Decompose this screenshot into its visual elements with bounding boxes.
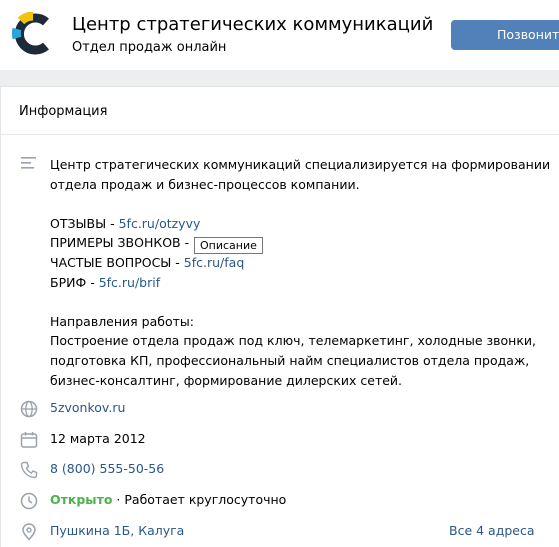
location-pin-icon <box>22 523 36 541</box>
description-line: Центр стратегических коммуникаций специа… <box>50 157 551 172</box>
description-line: отдела продаж и бизнес-процессов компани… <box>50 176 360 192</box>
description-tooltip: Описание <box>194 237 263 254</box>
phone-icon <box>20 461 38 479</box>
founded-row: 12 марта 2012 <box>1 429 559 451</box>
founded-date: 12 марта 2012 <box>50 431 146 446</box>
directions-heading: Направления работы: <box>50 313 194 329</box>
divider <box>1 134 559 135</box>
link-label: ЧАСТЫЕ ВОПРОСЫ - <box>50 254 184 270</box>
group-title: Центр стратегических коммуникаций <box>72 14 434 35</box>
website-link[interactable]: 5zvonkov.ru <box>50 400 125 415</box>
logo-icon[interactable] <box>12 12 54 56</box>
group-header: Центр стратегических коммуникаций Отдел … <box>0 0 559 70</box>
calendar-icon <box>20 432 38 448</box>
info-card-title: Информация <box>19 104 108 119</box>
link-label: ПРИМЕРЫ ЗВОНКОВ - <box>50 235 194 251</box>
address-row: Пушкина 1Б, Калуга Все 4 адреса <box>1 521 559 543</box>
open-status: Открыто <box>50 492 113 507</box>
link-line-call-examples: ПРИМЕРЫ ЗВОНКОВ - 5 <box>50 233 530 253</box>
directions-line: подготовка КП, профессиональный найм спе… <box>50 352 530 368</box>
link-label: БРИФ - <box>50 274 99 290</box>
link-line-faq: ЧАСТЫЕ ВОПРОСЫ - 5fc.ru/faq <box>50 253 530 273</box>
reviews-link[interactable]: 5fc.ru/otzyvy <box>119 216 201 231</box>
phone-row: 8 (800) 555-50-56 <box>1 459 559 481</box>
faq-link[interactable]: 5fc.ru/faq <box>184 255 244 270</box>
link-line-brief: БРИФ - 5fc.ru/brif <box>50 273 530 293</box>
phone-link[interactable]: 8 (800) 555-50-56 <box>50 461 164 476</box>
globe-icon <box>20 400 38 418</box>
link-label: ОТЗЫВЫ - <box>50 215 119 231</box>
directions-line: бизнес-консалтинг, формирование дилерски… <box>50 372 403 388</box>
address-link[interactable]: Пушкина 1Б, Калуга <box>50 523 184 538</box>
description-icon <box>21 157 36 169</box>
info-card: Информация Центр стратегических коммуник… <box>0 86 559 547</box>
link-line-reviews: ОТЗЫВЫ - 5fc.ru/otzyvy <box>50 214 530 234</box>
hours-row: Открыто · Работает круглосуточно <box>1 490 559 512</box>
description-text: Центр стратегических коммуникаций специа… <box>50 155 551 390</box>
hours-text: Открыто · Работает круглосуточно <box>50 492 287 507</box>
group-subtitle: Отдел продаж онлайн <box>72 40 227 55</box>
directions-line: Построение отдела продаж под ключ, телем… <box>50 333 536 349</box>
hours-description: Работает круглосуточно <box>124 492 287 507</box>
call-button[interactable]: Позвонить <box>451 20 559 50</box>
brief-link[interactable]: 5fc.ru/brif <box>99 275 160 290</box>
all-addresses-link[interactable]: Все 4 адреса <box>449 523 535 538</box>
website-row: 5zvonkov.ru <box>1 398 559 420</box>
clock-icon <box>20 492 38 510</box>
